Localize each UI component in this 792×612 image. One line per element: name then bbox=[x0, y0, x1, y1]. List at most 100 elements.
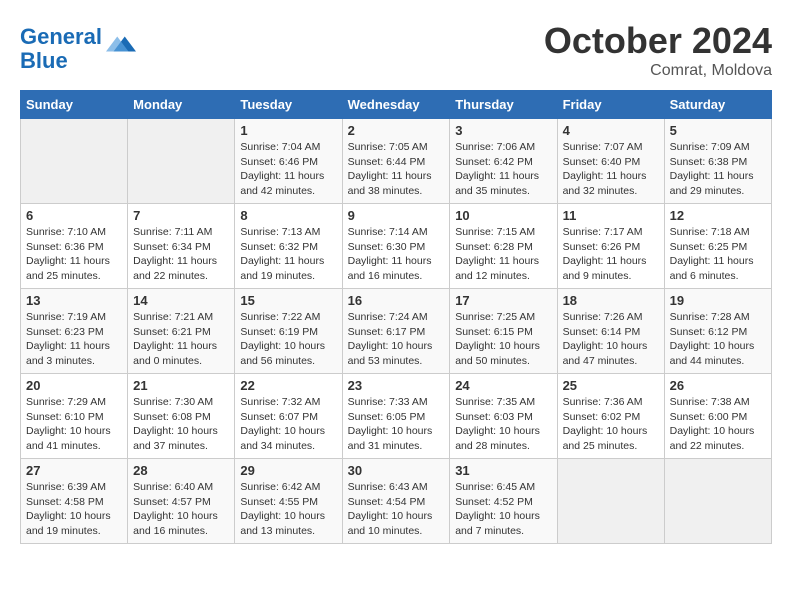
day-number: 6 bbox=[26, 208, 122, 223]
day-info-line: Sunrise: 7:36 AM bbox=[563, 395, 659, 410]
day-info-line: Sunrise: 6:45 AM bbox=[455, 480, 551, 495]
day-info-line: Sunset: 4:52 PM bbox=[455, 495, 551, 510]
calendar-cell: 28Sunrise: 6:40 AMSunset: 4:57 PMDayligh… bbox=[128, 459, 235, 544]
day-info-line: Sunset: 6:34 PM bbox=[133, 240, 229, 255]
day-info-line: Sunset: 6:44 PM bbox=[348, 155, 445, 170]
day-number: 16 bbox=[348, 293, 445, 308]
day-info-line: Sunrise: 7:28 AM bbox=[670, 310, 766, 325]
day-info-line: Sunset: 6:08 PM bbox=[133, 410, 229, 425]
calendar-week-row: 27Sunrise: 6:39 AMSunset: 4:58 PMDayligh… bbox=[21, 459, 772, 544]
day-info-line: Daylight: 10 hours and 19 minutes. bbox=[26, 509, 122, 538]
calendar-cell: 6Sunrise: 7:10 AMSunset: 6:36 PMDaylight… bbox=[21, 204, 128, 289]
calendar-cell: 20Sunrise: 7:29 AMSunset: 6:10 PMDayligh… bbox=[21, 374, 128, 459]
day-info-line: Daylight: 10 hours and 13 minutes. bbox=[240, 509, 336, 538]
day-info-line: Sunset: 6:38 PM bbox=[670, 155, 766, 170]
calendar-cell: 3Sunrise: 7:06 AMSunset: 6:42 PMDaylight… bbox=[450, 119, 557, 204]
logo-line1: General bbox=[20, 24, 102, 49]
calendar-cell: 31Sunrise: 6:45 AMSunset: 4:52 PMDayligh… bbox=[450, 459, 557, 544]
calendar-cell: 26Sunrise: 7:38 AMSunset: 6:00 PMDayligh… bbox=[664, 374, 771, 459]
calendar-cell: 14 Sunrise: 7:21 AMSunset: 6:21 PMDayligh… bbox=[128, 289, 235, 374]
day-info-line: Daylight: 10 hours and 37 minutes. bbox=[133, 424, 229, 453]
day-number: 10 bbox=[455, 208, 551, 223]
day-number: 4 bbox=[563, 123, 659, 138]
day-info-line: Daylight: 10 hours and 28 minutes. bbox=[455, 424, 551, 453]
day-info-line: Sunrise: 6:40 AM bbox=[133, 480, 229, 495]
day-info-line: Sunrise: 7:04 AM bbox=[240, 140, 336, 155]
day-info-line: Sunset: 6:21 PM bbox=[133, 325, 229, 340]
logo: General Blue bbox=[20, 25, 136, 73]
day-number: 11 bbox=[563, 208, 659, 223]
weekday-header: Thursday bbox=[450, 91, 557, 119]
day-info-line: Sunset: 6:14 PM bbox=[563, 325, 659, 340]
day-number: 31 bbox=[455, 463, 551, 478]
calendar-cell: 10Sunrise: 7:15 AMSunset: 6:28 PMDayligh… bbox=[450, 204, 557, 289]
day-info-line: Daylight: 11 hours and 35 minutes. bbox=[455, 169, 551, 198]
day-info-line: Sunrise: 7:05 AM bbox=[348, 140, 445, 155]
day-info-line: Daylight: 10 hours and 10 minutes. bbox=[348, 509, 445, 538]
day-info-line: Daylight: 11 hours and 9 minutes. bbox=[563, 254, 659, 283]
calendar-cell bbox=[557, 459, 664, 544]
calendar-cell: 13Sunrise: 7:19 AMSunset: 6:23 PMDayligh… bbox=[21, 289, 128, 374]
day-number: 7 bbox=[133, 208, 229, 223]
day-number: 13 bbox=[26, 293, 122, 308]
weekday-header: Tuesday bbox=[235, 91, 342, 119]
day-info-line: Sunrise: 7:24 AM bbox=[348, 310, 445, 325]
day-info-line: Daylight: 10 hours and 16 minutes. bbox=[133, 509, 229, 538]
weekday-header: Monday bbox=[128, 91, 235, 119]
title-block: October 2024 Comrat, Moldova bbox=[544, 20, 772, 80]
logo-line2: Blue bbox=[20, 48, 68, 73]
day-info-line: Sunset: 6:25 PM bbox=[670, 240, 766, 255]
day-info-line: Sunrise: 6:43 AM bbox=[348, 480, 445, 495]
weekday-row: SundayMondayTuesdayWednesdayThursdayFrid… bbox=[21, 91, 772, 119]
day-number: 1 bbox=[240, 123, 336, 138]
day-info-line: Daylight: 11 hours and 38 minutes. bbox=[348, 169, 445, 198]
day-number: 14 bbox=[133, 293, 229, 308]
calendar-cell: 22Sunrise: 7:32 AMSunset: 6:07 PMDayligh… bbox=[235, 374, 342, 459]
day-info-line: Sunrise: 7:26 AM bbox=[563, 310, 659, 325]
day-info-line: Daylight: 11 hours and 19 minutes. bbox=[240, 254, 336, 283]
day-info-line: Daylight: 10 hours and 22 minutes. bbox=[670, 424, 766, 453]
calendar-body: 1 Sunrise: 7:04 AMSunset: 6:46 PM Daylight… bbox=[21, 119, 772, 544]
weekday-header: Sunday bbox=[21, 91, 128, 119]
calendar-cell: 7Sunrise: 7:11 AMSunset: 6:34 PMDaylight… bbox=[128, 204, 235, 289]
calendar-cell: 15Sunrise: 7:22 AMSunset: 6:19 PMDayligh… bbox=[235, 289, 342, 374]
day-info-line: Sunset: 4:58 PM bbox=[26, 495, 122, 510]
logo-icon bbox=[106, 29, 136, 59]
day-info-line: Sunset: 6:40 PM bbox=[563, 155, 659, 170]
day-info-line: Sunset: 4:55 PM bbox=[240, 495, 336, 510]
calendar-cell: 30Sunrise: 6:43 AMSunset: 4:54 PMDayligh… bbox=[342, 459, 450, 544]
day-info-line: Daylight: 11 hours and 3 minutes. bbox=[26, 339, 122, 368]
day-info-line: Sunrise: 7:21 AM bbox=[133, 310, 229, 325]
day-number: 18 bbox=[563, 293, 659, 308]
calendar-cell: 25Sunrise: 7:36 AMSunset: 6:02 PMDayligh… bbox=[557, 374, 664, 459]
day-info-line: Sunset: 6:19 PM bbox=[240, 325, 336, 340]
day-info-line: Sunrise: 7:15 AM bbox=[455, 225, 551, 240]
day-info-line: Sunset: 6:02 PM bbox=[563, 410, 659, 425]
day-info-line: Daylight: 10 hours and 41 minutes. bbox=[26, 424, 122, 453]
day-info-line: Sunset: 6:12 PM bbox=[670, 325, 766, 340]
day-number: 27 bbox=[26, 463, 122, 478]
calendar-cell bbox=[21, 119, 128, 204]
day-number: 23 bbox=[348, 378, 445, 393]
day-info-line: Sunset: 6:07 PM bbox=[240, 410, 336, 425]
day-info-line: Daylight: 11 hours and 16 minutes. bbox=[348, 254, 445, 283]
day-info-line: Daylight: 11 hours and 12 minutes. bbox=[455, 254, 551, 283]
calendar-cell bbox=[128, 119, 235, 204]
weekday-header: Saturday bbox=[664, 91, 771, 119]
calendar-cell: 8Sunrise: 7:13 AMSunset: 6:32 PMDaylight… bbox=[235, 204, 342, 289]
day-info-line: Sunrise: 7:19 AM bbox=[26, 310, 122, 325]
calendar-header: SundayMondayTuesdayWednesdayThursdayFrid… bbox=[21, 91, 772, 119]
page-header: General Blue October 2024 Comrat, Moldov… bbox=[20, 20, 772, 80]
day-info-line: Daylight: 11 hours and 0 minutes. bbox=[133, 339, 229, 368]
day-info-line: Sunset: 6:46 PM bbox=[240, 155, 336, 170]
day-info-line: Sunrise: 6:42 AM bbox=[240, 480, 336, 495]
calendar-cell bbox=[664, 459, 771, 544]
calendar-table: SundayMondayTuesdayWednesdayThursdayFrid… bbox=[20, 90, 772, 544]
day-info-line: Daylight: 10 hours and 56 minutes. bbox=[240, 339, 336, 368]
calendar-cell: 21Sunrise: 7:30 AMSunset: 6:08 PMDayligh… bbox=[128, 374, 235, 459]
calendar-cell: 12Sunrise: 7:18 AMSunset: 6:25 PMDayligh… bbox=[664, 204, 771, 289]
day-number: 21 bbox=[133, 378, 229, 393]
day-number: 28 bbox=[133, 463, 229, 478]
day-info-line: Daylight: 10 hours and 34 minutes. bbox=[240, 424, 336, 453]
calendar-week-row: 1 Sunrise: 7:04 AMSunset: 6:46 PM Daylight… bbox=[21, 119, 772, 204]
